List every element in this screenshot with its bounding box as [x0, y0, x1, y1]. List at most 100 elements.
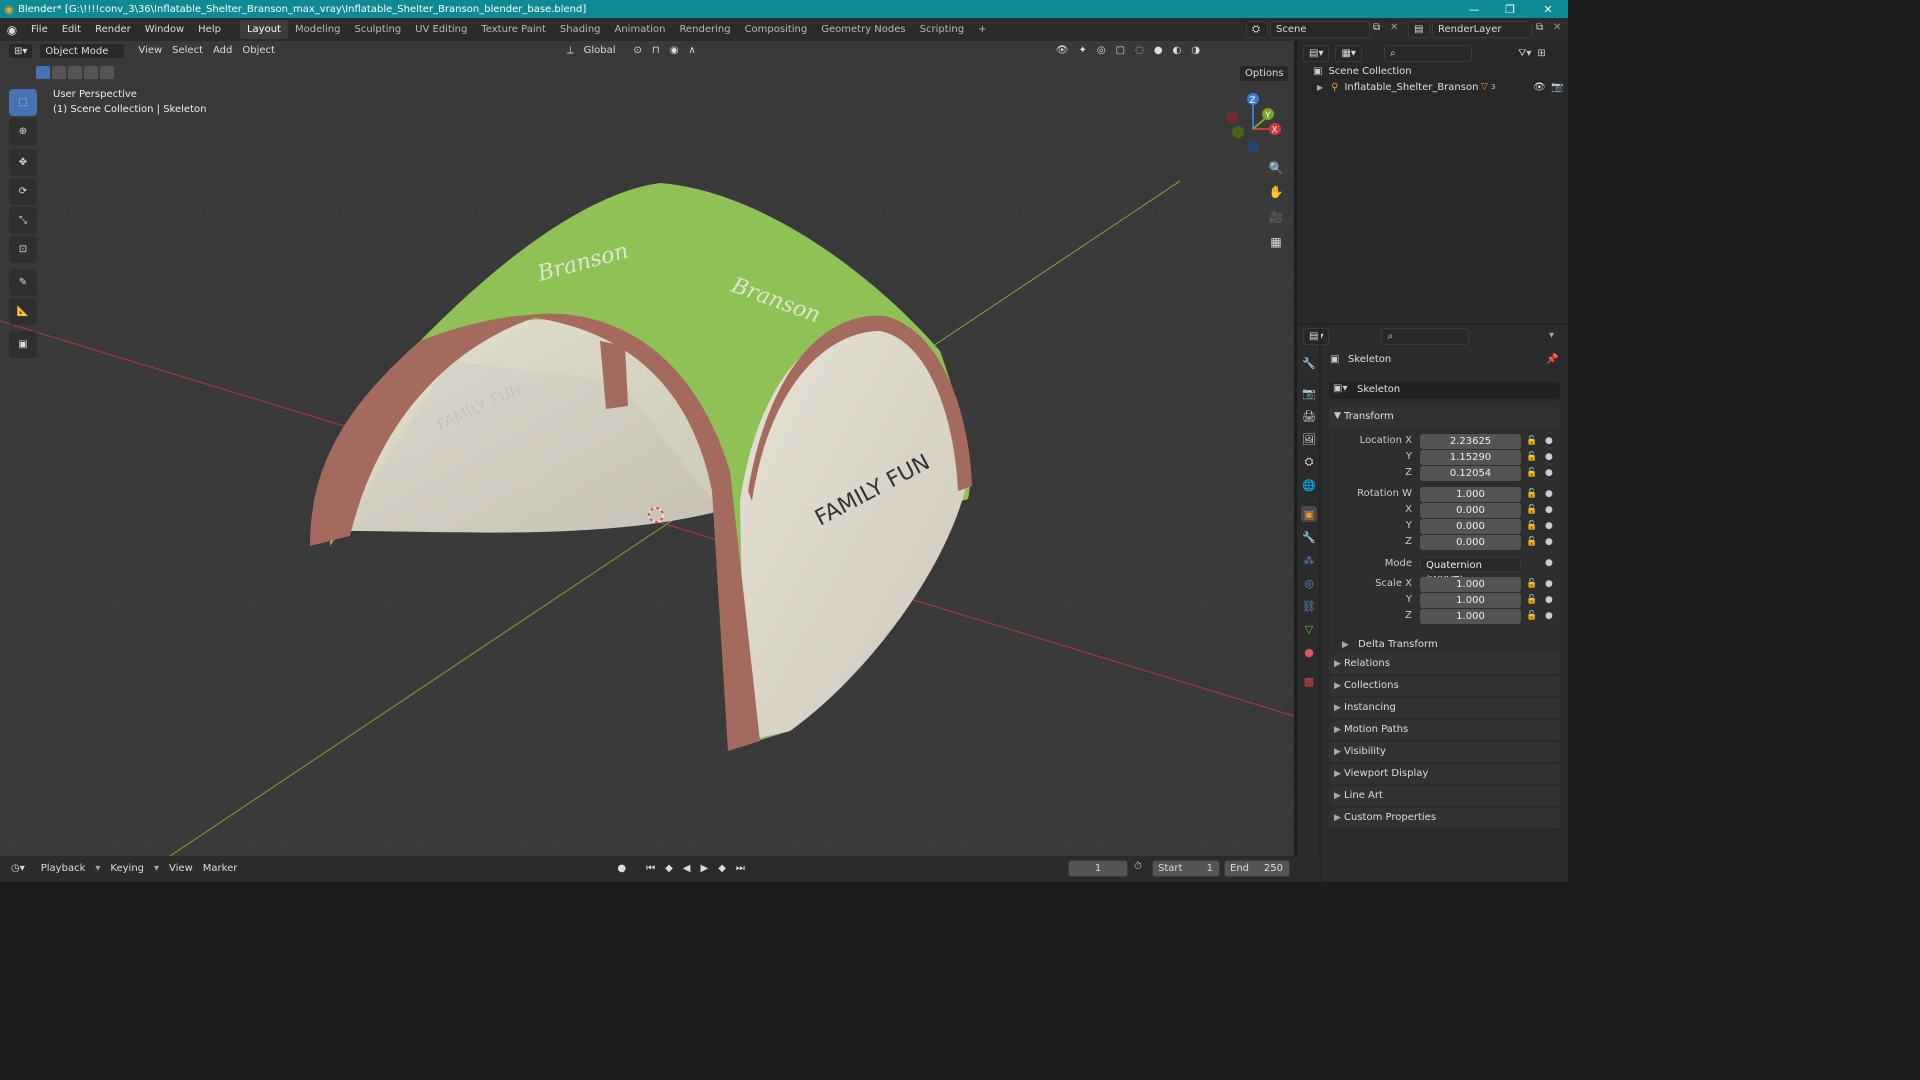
outliner-search-icon[interactable]: ⌕	[1383, 44, 1472, 62]
copy-layer-icon[interactable]: ⧉	[1536, 22, 1543, 33]
xray-icon[interactable]: ▢	[1111, 43, 1130, 59]
falloff-icon[interactable]: ∧	[683, 43, 700, 59]
menu-add[interactable]: Add	[208, 43, 237, 59]
blender-menu-icon[interactable]: ◉	[0, 23, 24, 37]
mode-dropdown[interactable]: Object Mode	[39, 43, 126, 59]
select-new-icon[interactable]	[36, 66, 50, 79]
keyframe-dot-icon[interactable]: ●	[1545, 452, 1553, 462]
panel-instancing[interactable]: ▶ Instancing	[1329, 698, 1560, 718]
scene-browse-icon[interactable]: ⛭	[1246, 21, 1268, 38]
panel-line-art[interactable]: ▶ Line Art	[1329, 786, 1560, 806]
view-layer-browse-icon[interactable]: ▤	[1408, 21, 1430, 38]
tab-texture-paint[interactable]: Texture Paint	[474, 20, 553, 39]
outliner-item[interactable]: ▶ ⚲ Inflatable_Shelter_Branson ▽ 3 👁 📷	[1317, 79, 1567, 95]
eye-icon[interactable]: 👁	[1533, 82, 1546, 93]
tab-rendering[interactable]: Rendering	[672, 20, 737, 39]
add-cube-tool-icon[interactable]: ▣	[9, 331, 37, 358]
scale-y-field[interactable]: 1.000	[1420, 593, 1521, 608]
transform-tool-icon[interactable]: ⊡	[9, 236, 37, 263]
keyframe-dot-icon[interactable]: ●	[1545, 521, 1553, 531]
outliner-scene-collection[interactable]: ▣ Scene Collection	[1313, 63, 1412, 79]
constraints-tab-icon[interactable]: ⛓	[1301, 598, 1317, 614]
view-layer-tab-icon[interactable]: 🖼	[1301, 431, 1317, 447]
scale-z-field[interactable]: 1.000	[1420, 609, 1521, 624]
play-icon[interactable]: ▶	[695, 861, 713, 877]
tab-shading[interactable]: Shading	[553, 20, 608, 39]
display-mode-icon[interactable]: ▦▾	[1335, 44, 1362, 62]
zoom-icon[interactable]: 🔍	[1264, 157, 1288, 179]
world-tab-icon[interactable]: 🌐	[1301, 477, 1317, 493]
select-subtract-icon[interactable]	[68, 66, 82, 79]
close-layer-icon[interactable]: ✕	[1553, 22, 1561, 33]
add-workspace-icon[interactable]: +	[971, 20, 993, 39]
menu-window[interactable]: Window	[138, 18, 191, 41]
rotation-y-field[interactable]: 0.000	[1420, 519, 1521, 534]
proportional-edit-icon[interactable]: ◉	[665, 43, 684, 59]
tab-modeling[interactable]: Modeling	[288, 20, 348, 39]
lock-icon[interactable]: 🔓	[1526, 489, 1537, 499]
panel-motion-paths[interactable]: ▶ Motion Paths	[1329, 720, 1560, 740]
shading-solid-icon[interactable]: ●	[1149, 43, 1168, 59]
lock-icon[interactable]: 🔓	[1526, 452, 1537, 462]
scene-name-field[interactable]: Scene	[1270, 21, 1370, 38]
annotate-tool-icon[interactable]: ✎	[9, 269, 37, 296]
menu-playback[interactable]: Playback	[36, 861, 91, 877]
menu-file[interactable]: File	[24, 18, 55, 41]
viewport-scene[interactable]: FAMILY FUN FAMILY FUN Branson Branson Z …	[0, 41, 1294, 856]
cursor-tool-icon[interactable]: ⊕	[9, 118, 37, 145]
menu-edit[interactable]: Edit	[55, 18, 88, 41]
3d-viewport[interactable]: FAMILY FUN FAMILY FUN Branson Branson Z …	[0, 41, 1294, 856]
location-x-field[interactable]: 2.23625	[1420, 434, 1521, 449]
menu-object[interactable]: Object	[237, 43, 280, 59]
close-scene-icon[interactable]: ✕	[1390, 22, 1398, 33]
pin-icon[interactable]: 📌	[1546, 354, 1558, 365]
physics-tab-icon[interactable]: ◎	[1301, 575, 1317, 591]
lock-icon[interactable]: 🔓	[1526, 521, 1537, 531]
keyframe-dot-icon[interactable]: ●	[1545, 505, 1553, 515]
transform-panel-header[interactable]: ▼ Transform	[1329, 407, 1560, 427]
play-reverse-icon[interactable]: ◀	[678, 861, 696, 877]
panel-collections[interactable]: ▶ Collections	[1329, 676, 1560, 696]
menu-select[interactable]: Select	[167, 43, 208, 59]
menu-render[interactable]: Render	[88, 18, 138, 41]
tab-uv-editing[interactable]: UV Editing	[408, 20, 474, 39]
rotation-z-field[interactable]: 0.000	[1420, 535, 1521, 550]
lock-icon[interactable]: 🔓	[1526, 579, 1537, 589]
tab-geometry-nodes[interactable]: Geometry Nodes	[814, 20, 912, 39]
filter-icon[interactable]: ⛛▾	[1518, 48, 1531, 59]
view-layer-name-field[interactable]: RenderLayer	[1432, 21, 1532, 38]
tab-compositing[interactable]: Compositing	[738, 20, 815, 39]
camera-view-icon[interactable]: 🎥	[1264, 206, 1288, 228]
texture-tab-icon[interactable]: ▩	[1301, 673, 1317, 689]
start-frame-field[interactable]: Start 1	[1152, 860, 1220, 877]
measure-tool-icon[interactable]: 📐	[9, 298, 37, 325]
menu-marker[interactable]: Marker	[198, 861, 243, 877]
tab-sculpting[interactable]: Sculpting	[347, 20, 408, 39]
properties-editor-icon[interactable]: ▤▾	[1303, 328, 1330, 345]
copy-icon[interactable]: ⧉	[1373, 22, 1380, 33]
rotate-tool-icon[interactable]: ⟳	[9, 178, 37, 205]
select-invert-icon[interactable]	[84, 66, 98, 79]
scene-tab-icon[interactable]: ⛭	[1301, 454, 1317, 470]
close-icon[interactable]: ✕	[1530, 0, 1566, 18]
rotation-x-field[interactable]: 0.000	[1420, 503, 1521, 518]
move-tool-icon[interactable]: ✥	[9, 149, 37, 176]
keyframe-dot-icon[interactable]: ●	[1545, 436, 1553, 446]
current-frame-field[interactable]: 1	[1068, 860, 1128, 877]
stopwatch-icon[interactable]: ⏱	[1134, 861, 1142, 872]
render-tab-icon[interactable]: 📷	[1301, 385, 1317, 401]
object-tab-icon[interactable]: ▣	[1301, 506, 1317, 522]
datablock-browse-icon[interactable]: ▣▾	[1333, 383, 1347, 394]
keyframe-dot-icon[interactable]: ●	[1545, 537, 1553, 547]
rotation-mode-dropdown[interactable]: Quaternion (WXYZ) ⌄	[1420, 557, 1521, 586]
tool-tab-icon[interactable]: 🔧	[1301, 355, 1317, 371]
jump-start-icon[interactable]: ⏮	[641, 861, 660, 877]
datablock-field[interactable]: ▣▾ Skeleton	[1329, 382, 1560, 399]
lock-icon[interactable]: 🔓	[1526, 505, 1537, 515]
scale-x-field[interactable]: 1.000	[1420, 577, 1521, 592]
panel-relations[interactable]: ▶ Relations	[1329, 654, 1560, 674]
lock-icon[interactable]: 🔓	[1526, 468, 1537, 478]
keyframe-dot-icon[interactable]: ●	[1545, 468, 1553, 478]
material-tab-icon[interactable]: ●	[1301, 644, 1317, 660]
end-frame-field[interactable]: End 250	[1224, 860, 1290, 877]
